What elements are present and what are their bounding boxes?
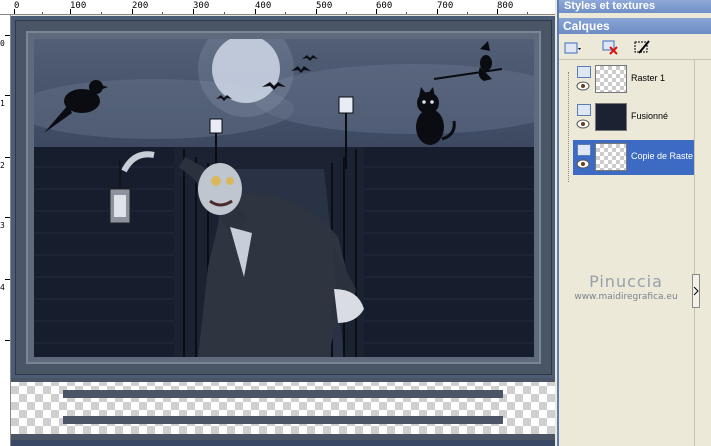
layer-row-copie-de-raster[interactable]: Copie de Raster — [573, 140, 694, 175]
ruler-left-label-0: 0 — [0, 39, 5, 48]
new-layer-button[interactable] — [563, 38, 581, 56]
ruler-left-label-1: 1 — [0, 99, 5, 108]
layer-row-fusionne[interactable]: Fusionné — [573, 100, 694, 135]
bat-2 — [291, 66, 311, 73]
scene-illustration — [34, 39, 534, 357]
watermark: Pinuccia www.maidiregrafica.eu — [559, 272, 693, 302]
visibility-eye-icon[interactable] — [576, 159, 590, 169]
layer-row-raster-1[interactable]: Raster 1 — [573, 62, 694, 97]
raster-layer-icon — [577, 104, 591, 116]
ruler-label-700: 700 — [437, 1, 454, 11]
transparent-canvas-area[interactable] — [11, 378, 555, 440]
visibility-eye-icon[interactable] — [576, 81, 590, 91]
visibility-eye-icon[interactable] — [576, 119, 590, 129]
layers-toolbar — [559, 34, 711, 60]
horizontal-ruler: 0 100 200 300 400 500 600 700 800 — [0, 0, 555, 15]
styles-textures-titlebar[interactable]: Styles et textures — [559, 0, 711, 13]
layer-thumbnail — [595, 103, 627, 131]
horizontal-scrollbar[interactable] — [11, 440, 555, 446]
layers-titlebar[interactable]: Calques — [559, 18, 711, 34]
collapse-panel-button[interactable] — [692, 274, 700, 308]
chevron-right-icon — [693, 286, 699, 296]
ruler-left-label-2: 2 — [0, 161, 5, 170]
raster-layer-icon — [577, 66, 591, 78]
right-palette: Styles et textures Calques Raster 1 Fusi… — [557, 0, 711, 446]
new-layer-icon — [564, 42, 581, 54]
delete-layer-icon — [602, 40, 618, 55]
ruler-label-100: 100 — [70, 1, 87, 11]
image-frame[interactable] — [15, 20, 552, 375]
layer-name: Raster 1 — [631, 73, 666, 83]
raster-layer-icon — [577, 144, 591, 156]
vertical-ruler: 0 1 2 3 4 — [0, 15, 11, 446]
ruler-label-800: 800 — [497, 1, 514, 11]
ruler-label-400: 400 — [255, 1, 272, 11]
edit-properties-icon — [634, 40, 650, 54]
watermark-name: Pinuccia — [589, 272, 663, 291]
layer-thumbnail — [595, 65, 627, 93]
zombie-head — [198, 163, 242, 215]
delete-layer-button[interactable] — [601, 38, 619, 56]
ruler-left-label-4: 4 — [0, 283, 5, 292]
bat-3 — [302, 55, 318, 61]
layer-name: Fusionné — [631, 111, 669, 121]
layer-name: Copie de Raster — [631, 151, 693, 161]
halloween-scene[interactable] — [34, 39, 534, 357]
layer-properties-button[interactable] — [633, 38, 651, 56]
layers-list: Raster 1 Fusionné Copie de Raster Pinucc… — [559, 60, 694, 446]
ruler-label-300: 300 — [193, 1, 210, 11]
ruler-label-500: 500 — [316, 1, 333, 11]
image-bevel — [26, 31, 541, 364]
ruler-left-label-3: 3 — [0, 221, 5, 230]
layer-thumbnail — [595, 143, 627, 171]
ruler-label-600: 600 — [376, 1, 393, 11]
layer-details-column — [694, 60, 711, 446]
ruler-label-200: 200 — [132, 1, 149, 11]
watermark-url: www.maidiregrafica.eu — [574, 292, 678, 302]
